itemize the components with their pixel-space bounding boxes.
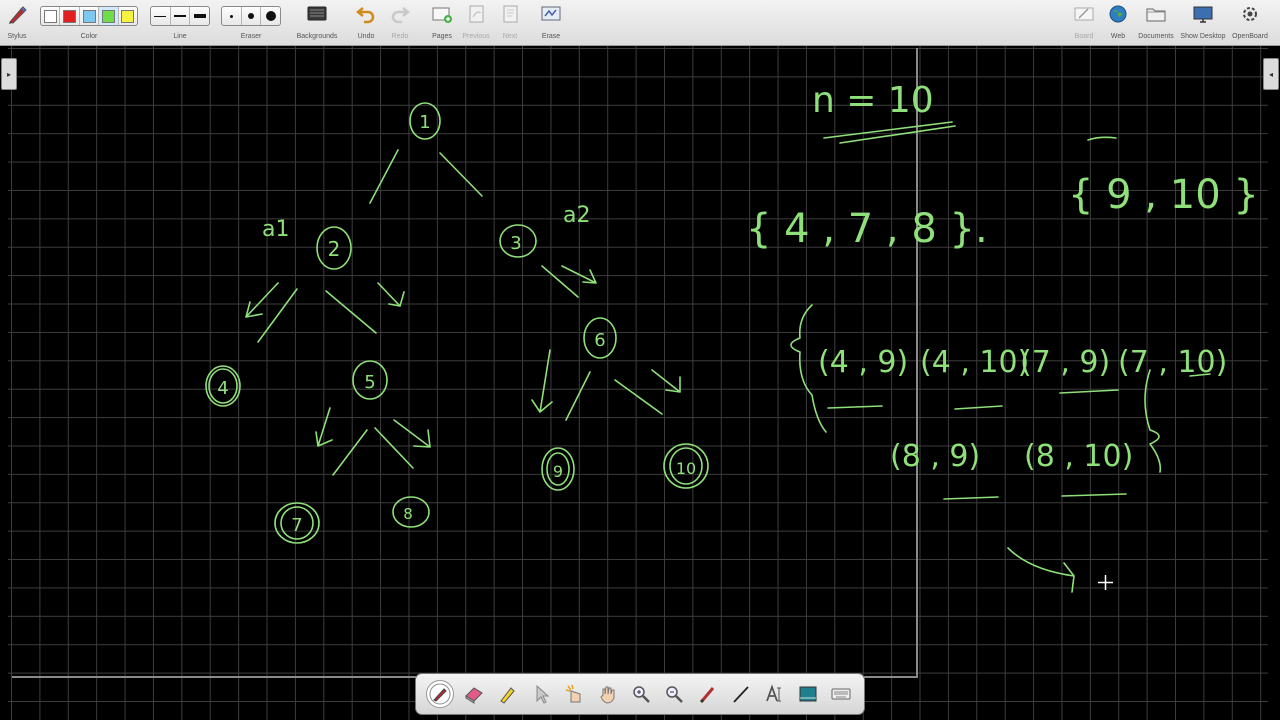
undo-label: Undo	[357, 33, 375, 40]
show-desktop-label: Show Desktop	[1180, 33, 1226, 40]
previous-page-icon	[469, 5, 484, 23]
web-button[interactable]: Web	[1104, 0, 1132, 45]
keyboard-icon	[831, 688, 851, 700]
openboard-menu-button[interactable]: OpenBoard	[1230, 0, 1270, 45]
line-medium-option[interactable]	[171, 7, 191, 25]
globe-icon	[1109, 5, 1127, 23]
color-group: Color	[40, 0, 138, 45]
stylus-button[interactable]: Stylus	[2, 0, 32, 45]
line-thick-option[interactable]	[190, 7, 209, 25]
pages-icon	[432, 7, 452, 23]
select-tool-button[interactable]	[528, 681, 554, 707]
zoom-out-tool-button[interactable]	[661, 681, 687, 707]
previous-label: Previous	[462, 33, 490, 40]
color-white-swatch[interactable]	[41, 7, 61, 25]
documents-label: Documents	[1138, 33, 1174, 40]
line-icon	[733, 686, 749, 703]
backgrounds-button[interactable]: Backgrounds	[294, 0, 340, 45]
capture-tool-button[interactable]	[795, 681, 821, 707]
right-panel-toggle[interactable]: ◂	[1263, 58, 1279, 90]
desktop-icon	[1193, 6, 1213, 23]
backgrounds-label: Backgrounds	[296, 33, 338, 40]
left-panel-toggle[interactable]: ▸	[1, 58, 17, 90]
eraser-large-option[interactable]	[261, 7, 280, 25]
marker-tool-button[interactable]	[494, 681, 520, 707]
pen-icon	[429, 683, 451, 705]
documents-button[interactable]: Documents	[1136, 0, 1176, 45]
web-label: Web	[1110, 33, 1126, 40]
color-green-swatch[interactable]	[99, 7, 119, 25]
zoom-in-tool-button[interactable]	[628, 681, 654, 707]
capture-icon	[799, 686, 817, 702]
redo-label: Redo	[391, 33, 409, 40]
color-yellow-swatch[interactable]	[119, 7, 137, 25]
stylus-icon	[9, 6, 27, 24]
interact-tool-button[interactable]	[561, 681, 587, 707]
eraser-icon	[465, 687, 483, 704]
text-icon	[766, 684, 782, 702]
board-button[interactable]: Board	[1070, 0, 1098, 45]
erase-label: Erase	[541, 33, 561, 40]
zoom-in-icon	[633, 686, 650, 703]
pen-tool-button[interactable]	[425, 680, 454, 708]
erase-board-icon	[541, 6, 561, 21]
erase-button[interactable]: Erase	[536, 0, 566, 45]
stylus-label: Stylus	[7, 33, 27, 40]
openboard-label: OpenBoard	[1232, 33, 1268, 40]
next-label: Next	[502, 33, 518, 40]
keyboard-tool-button[interactable]	[828, 681, 854, 707]
laser-pointer-tool-button[interactable]	[695, 681, 721, 707]
whiteboard-canvas[interactable]	[8, 46, 1268, 720]
backgrounds-icon	[307, 6, 327, 21]
main-toolbar: Stylus Color Line Eraser Backgrounds Und…	[0, 0, 1280, 46]
crosshair-cursor-icon	[1098, 575, 1113, 590]
line-width-selector	[150, 6, 210, 26]
color-red-swatch[interactable]	[60, 7, 80, 25]
gear-icon	[1243, 7, 1257, 21]
hand-tool-button[interactable]	[595, 681, 621, 707]
next-button[interactable]: Next	[496, 0, 524, 45]
tool-palette	[415, 673, 865, 715]
line-label: Line	[173, 33, 187, 40]
color-label: Color	[80, 33, 98, 40]
folder-icon	[1146, 8, 1166, 22]
eraser-medium-option[interactable]	[242, 7, 262, 25]
laser-icon	[566, 684, 581, 703]
eraser-small-option[interactable]	[222, 7, 242, 25]
line-tool-button[interactable]	[728, 681, 754, 707]
redo-button[interactable]: Redo	[386, 0, 414, 45]
line-thin-option[interactable]	[151, 7, 171, 25]
board-icon	[1074, 7, 1094, 21]
pages-label: Pages	[432, 33, 452, 40]
pages-button[interactable]: Pages	[428, 0, 456, 45]
pointer-pen-icon	[699, 687, 714, 704]
hand-icon	[599, 686, 615, 704]
show-desktop-button[interactable]: Show Desktop	[1180, 0, 1226, 45]
next-page-icon	[503, 5, 518, 23]
previous-button[interactable]: Previous	[460, 0, 492, 45]
eraser-group: Eraser	[221, 0, 281, 45]
undo-icon	[355, 7, 375, 24]
text-tool-button[interactable]	[761, 681, 787, 707]
pointer-icon	[536, 684, 550, 704]
eraser-tool-button[interactable]	[461, 681, 487, 707]
eraser-size-selector	[221, 6, 281, 26]
marker-icon	[500, 687, 516, 704]
eraser-label: Eraser	[240, 33, 262, 40]
zoom-out-icon	[666, 686, 684, 703]
color-palette	[40, 6, 138, 26]
redo-icon	[391, 7, 411, 24]
undo-button[interactable]: Undo	[352, 0, 380, 45]
color-blue-swatch[interactable]	[80, 7, 100, 25]
line-group: Line	[150, 0, 210, 45]
board-label: Board	[1074, 33, 1094, 40]
